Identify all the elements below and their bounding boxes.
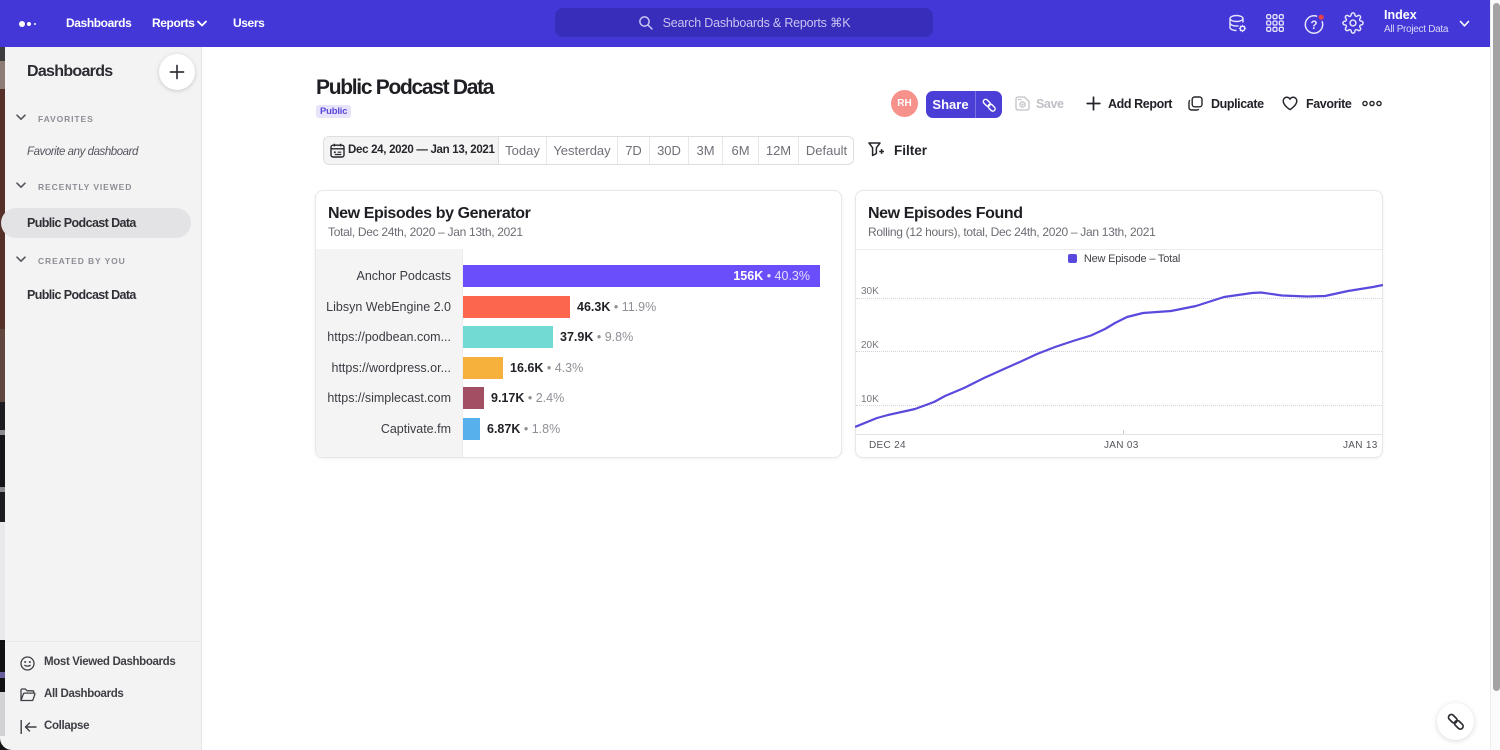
svg-text:?: ? xyxy=(1310,20,1317,32)
